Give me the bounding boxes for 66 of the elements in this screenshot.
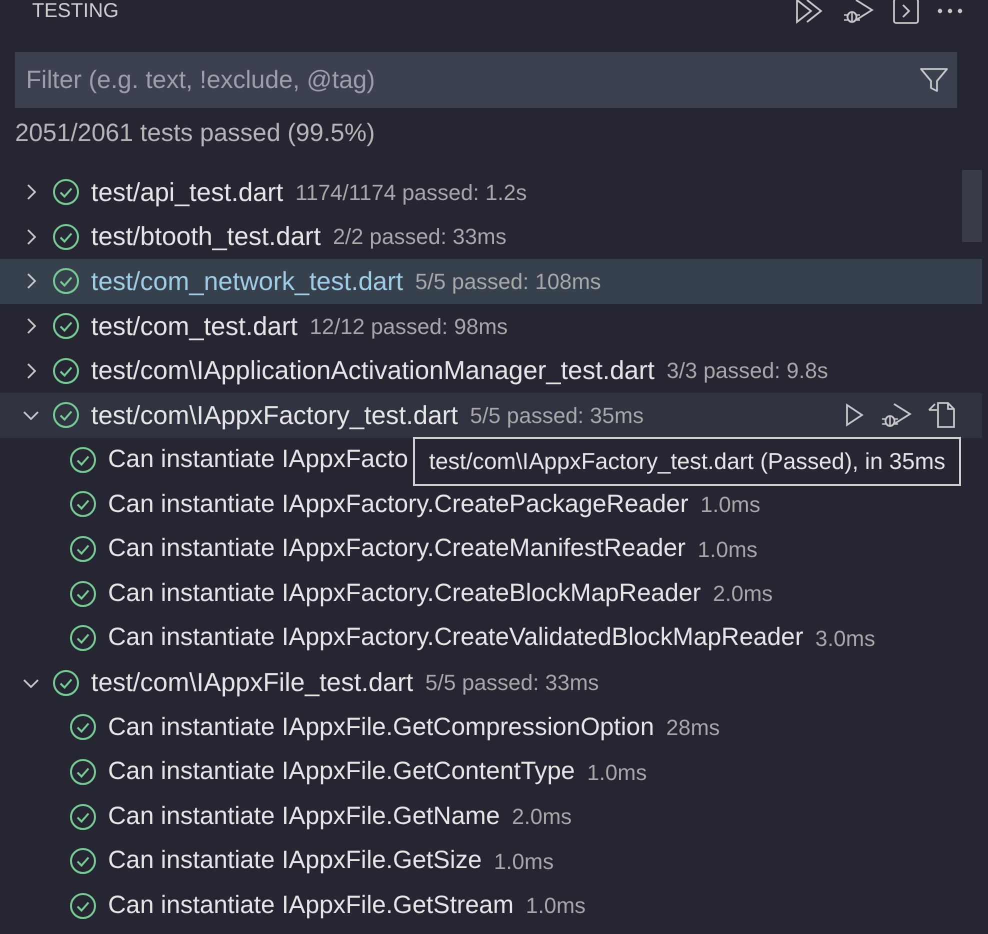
check-circle-icon [69, 758, 97, 786]
debug-icon[interactable] [842, 0, 876, 26]
check-circle-icon [69, 580, 97, 608]
check-circle-icon [52, 401, 80, 430]
check-circle-icon [52, 312, 80, 340]
test-duration: 28ms [666, 714, 720, 742]
check-circle-icon [69, 847, 97, 876]
tooltip: test/com\IAppxFactory_test.dart (Passed), in 35ms [413, 437, 962, 486]
summary-text: 2051/2061 tests passed (99.5%) [15, 118, 376, 149]
test-case-label: Can instantiate IAppxFile.GetStream [108, 890, 514, 922]
test-file-label: test/com\IAppxFile_test.dart [91, 666, 414, 700]
check-circle-icon [69, 446, 97, 474]
test-result-detail: 5/5 passed: 33ms [425, 669, 599, 698]
check-circle-icon [69, 802, 97, 831]
test-file-label: test/com\IApplicationActivationManager_test.dart [91, 354, 655, 388]
tree-row[interactable]: test/com\IAppxFile_test.dart 5/5 passed: 33ms [0, 660, 960, 706]
test-file-label: test/api_test.dart [91, 176, 284, 209]
terminal-icon[interactable] [892, 0, 920, 25]
test-case-label: Can instantiate IAppxFactory.CreateManifestReader [108, 533, 686, 564]
test-case-label: Can instantiate IAppxFacto [108, 444, 408, 476]
go-to-file-icon[interactable] [926, 400, 958, 430]
test-duration: 2.0ms [512, 803, 572, 832]
test-duration: 1.0ms [494, 848, 554, 876]
test-case-label: Can instantiate IAppxFactory.CreateValidatedBlockMapReader [108, 622, 804, 654]
tree-row[interactable]: test/com_network_test.dart 5/5 passed: 108ms [0, 259, 982, 304]
tree-row[interactable]: test/com_test.dart 12/12 passed: 98ms [0, 304, 960, 348]
test-case-label: Can instantiate IAppxFile.GetSize [108, 845, 482, 876]
check-circle-icon [69, 624, 97, 652]
test-duration: 1.0ms [700, 490, 760, 519]
test-duration: 1.0ms [526, 892, 586, 920]
test-duration: 1.0ms [698, 536, 758, 564]
test-case-label: Can instantiate IAppxFile.GetName [108, 800, 500, 832]
panel-title: TESTING [32, 0, 119, 24]
check-circle-icon [52, 668, 80, 697]
test-result-detail: 3/3 passed: 9.8s [666, 357, 828, 386]
test-case-label: Can instantiate IAppxFactory.CreateBlockMapReader [108, 578, 701, 609]
test-file-label: test/btooth_test.dart [91, 220, 321, 254]
check-circle-icon [52, 356, 80, 385]
tree-row[interactable]: test/com\IApplicationActivationManager_test.dart 3/3 passed: 9.8s [0, 348, 960, 393]
tree-row[interactable]: test/com\IAppxFactory_test.dart 5/5 passed: 35ms [0, 392, 982, 438]
test-case-label: Can instantiate IAppxFactory.CreatePackageReader [108, 488, 688, 520]
check-circle-icon [52, 178, 80, 206]
more-icon[interactable] [936, 7, 964, 15]
check-circle-icon [52, 222, 80, 251]
check-circle-icon [52, 267, 80, 296]
test-duration: 1.0ms [586, 758, 647, 787]
test-result-detail: 5/5 passed: 108ms [415, 268, 602, 296]
check-circle-icon [69, 713, 97, 742]
test-result-detail: 2/2 passed: 33ms [332, 223, 506, 252]
test-file-label: test/com_network_test.dart [91, 264, 404, 298]
test-case-label: Can instantiate IAppxFile.GetCompressionOption [108, 712, 654, 743]
tree-row[interactable]: test/btooth_test.dart 2/2 passed: 33ms [0, 214, 960, 260]
filter-icon[interactable] [919, 66, 949, 94]
check-circle-icon [69, 892, 97, 920]
test-duration: 2.0ms [712, 580, 773, 608]
test-case-label: Can instantiate IAppxFile.GetContentType [108, 756, 575, 788]
test-result-detail: 12/12 passed: 98ms [310, 312, 508, 341]
check-circle-icon [69, 490, 97, 518]
test-file-label: test/com_test.dart [91, 310, 298, 343]
tree-row[interactable]: test/api_test.dart 1174/1174 passed: 1.2s [0, 170, 960, 215]
test-result-detail: 5/5 passed: 35ms [470, 402, 644, 430]
test-result-detail: 1174/1174 passed: 1.2s [295, 178, 527, 207]
test-file-label: test/com\IAppxFactory_test.dart [91, 398, 458, 432]
filter-field[interactable]: Filter (e.g. text, !exclude, @tag) [15, 52, 957, 108]
test-duration: 3.0ms [815, 624, 876, 653]
check-circle-icon [69, 535, 97, 564]
